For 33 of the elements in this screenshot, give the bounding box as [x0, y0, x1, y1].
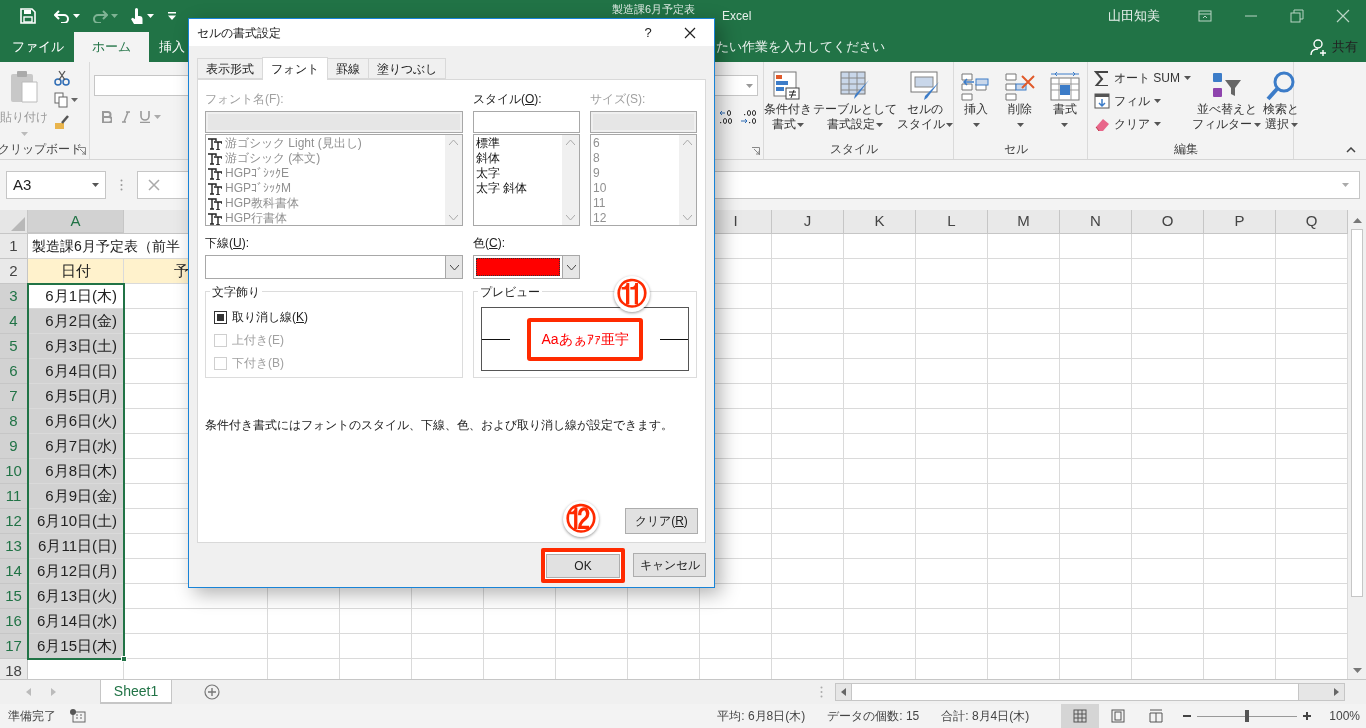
step-number-badge: ⑪: [614, 276, 650, 312]
group-label: スタイル: [829, 141, 878, 158]
field-label: サイズ(S):: [590, 91, 647, 108]
table-cell: 6月5日(月): [28, 384, 124, 409]
field-label: 色(C):: [473, 235, 506, 252]
description-text: 条件付き書式にはフォントのスタイル、下線、色、および取り消し線が設定できます。: [205, 417, 674, 434]
table-cell: 6月8日(木): [28, 459, 124, 484]
table-cell: 6月14日(水): [28, 609, 124, 634]
table-cell: 6月11日(日): [28, 534, 124, 559]
table-cell: 6月9日(金): [28, 484, 124, 509]
table-cell: 6月15日(木): [28, 634, 124, 659]
table-cell: 6月13日(火): [28, 584, 124, 609]
dialog-title: セルの書式設定: [196, 24, 282, 42]
group-label: 編集: [1173, 141, 1198, 158]
window-title: 製造課6月予定表: [612, 3, 697, 16]
table-cell: 6月4日(日): [28, 359, 124, 384]
group-label: プレビュー: [478, 283, 542, 301]
table-cell: 日付: [28, 259, 124, 284]
field-label: フォント名(F):: [205, 91, 285, 108]
table-cell: 6月10日(土): [28, 509, 124, 534]
app-name: Excel: [722, 8, 752, 25]
field-label: 下線(U):: [205, 235, 250, 252]
table-cell: 6月2日(金): [28, 309, 124, 334]
table-cell: 6月3日(土): [28, 334, 124, 359]
sheet-title: 製造課6月予定表（前半: [31, 236, 180, 256]
table-cell: 6月6日(火): [28, 409, 124, 434]
group-label: セル: [1003, 141, 1028, 158]
group-label: 文字飾り: [210, 283, 262, 301]
status-text: 準備完了: [7, 708, 56, 725]
field-label: スタイル(O):: [473, 91, 543, 108]
preview-text: Aaあぁｱｧ亜宇: [541, 330, 629, 347]
table-cell: 6月12日(月): [28, 559, 124, 584]
table-cell: 6月7日(水): [28, 434, 124, 459]
